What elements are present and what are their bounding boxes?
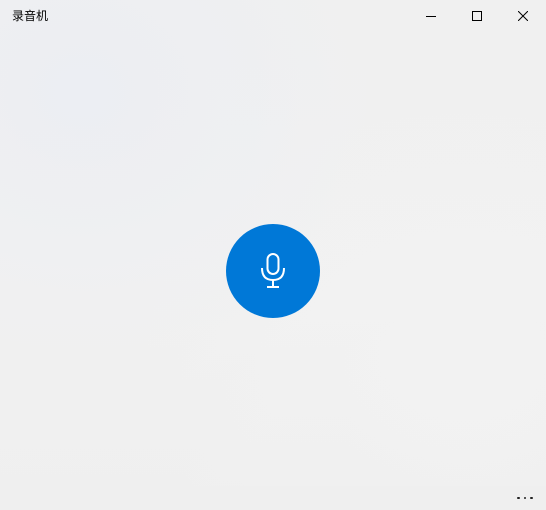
more-options-icon <box>517 496 520 500</box>
maximize-button[interactable] <box>454 0 500 32</box>
record-button[interactable] <box>226 224 320 318</box>
more-options-icon <box>523 496 527 500</box>
voice-recorder-window: 录音机 <box>0 0 546 510</box>
maximize-icon <box>472 11 482 21</box>
more-options-icon <box>530 496 533 500</box>
app-title: 录音机 <box>12 9 49 23</box>
close-button[interactable] <box>500 0 546 32</box>
bottom-app-bar <box>0 486 546 510</box>
title-bar: 录音机 <box>0 0 546 32</box>
microphone-icon <box>261 253 285 288</box>
minimize-button[interactable] <box>408 0 454 32</box>
close-icon <box>518 11 528 21</box>
more-options-button[interactable] <box>510 488 540 508</box>
minimize-icon <box>426 16 436 17</box>
